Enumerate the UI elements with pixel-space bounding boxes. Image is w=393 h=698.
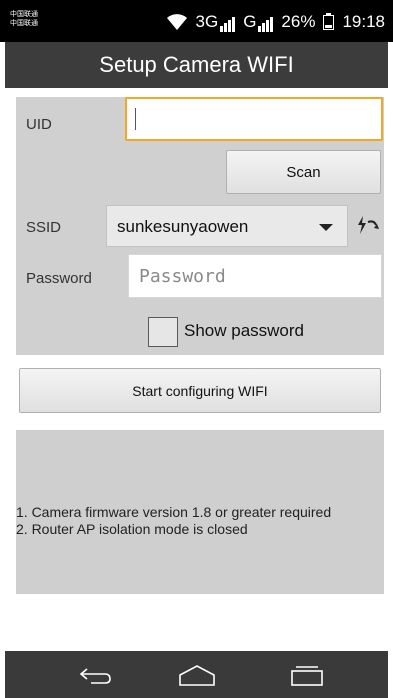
carrier-name-1: 中国联通 [10,11,38,18]
signal-bars-1-icon [220,17,236,32]
status-bar: 中国联通 中国联通 3G G 26% 19:18 [0,0,393,42]
home-icon[interactable] [177,661,217,689]
battery-percent: 26% [281,12,316,31]
text-cursor [135,108,136,130]
start-configuring-button[interactable]: Start configuring WIFI [19,368,381,413]
back-icon[interactable] [75,661,115,689]
password-label: Password [26,270,92,287]
signal-1: 3G [196,12,236,32]
carrier-name-2: 中国联通 [10,20,38,27]
scan-button-label: Scan [286,163,321,181]
signal-2: G [243,12,274,32]
requirement-1: 1. Camera firmware version 1.8 or greate… [16,504,332,520]
status-indicators: 3G G 26% 19:18 [166,12,385,32]
battery-icon [323,12,335,30]
carrier-info: 中国联通 中国联通 [10,10,38,28]
requirement-2: 2. Router AP isolation mode is closed [16,521,248,537]
network-type-1: 3G [195,12,219,31]
page-title: Setup Camera WIFI [99,52,294,77]
info-panel: 1. Camera firmware version 1.8 or greate… [16,430,384,594]
requirements-text: 1. Camera firmware version 1.8 or greate… [16,504,331,538]
ssid-label: SSID [26,219,62,236]
scan-button[interactable]: Scan [226,150,381,194]
recents-icon[interactable] [287,661,327,689]
start-configuring-label: Start configuring WIFI [132,382,268,399]
password-input[interactable]: Password [128,254,382,298]
app-bar: Setup Camera WIFI [5,42,388,88]
network-type-2: G [243,12,257,31]
navigation-bar [5,651,388,698]
wifi-icon [166,13,188,31]
refresh-icon[interactable] [352,210,382,240]
signal-bars-2-icon [258,17,274,32]
ssid-selected-value: sunkesunyaowen [117,217,249,236]
password-placeholder: Password [139,266,226,287]
clock: 19:18 [342,12,385,31]
uid-label: UID [26,116,52,133]
uid-input[interactable] [125,97,383,141]
show-password-checkbox[interactable] [148,317,178,347]
ssid-dropdown[interactable]: sunkesunyaowen [106,205,348,247]
dropdown-arrow-icon [319,224,333,231]
show-password-label[interactable]: Show password [184,321,304,341]
